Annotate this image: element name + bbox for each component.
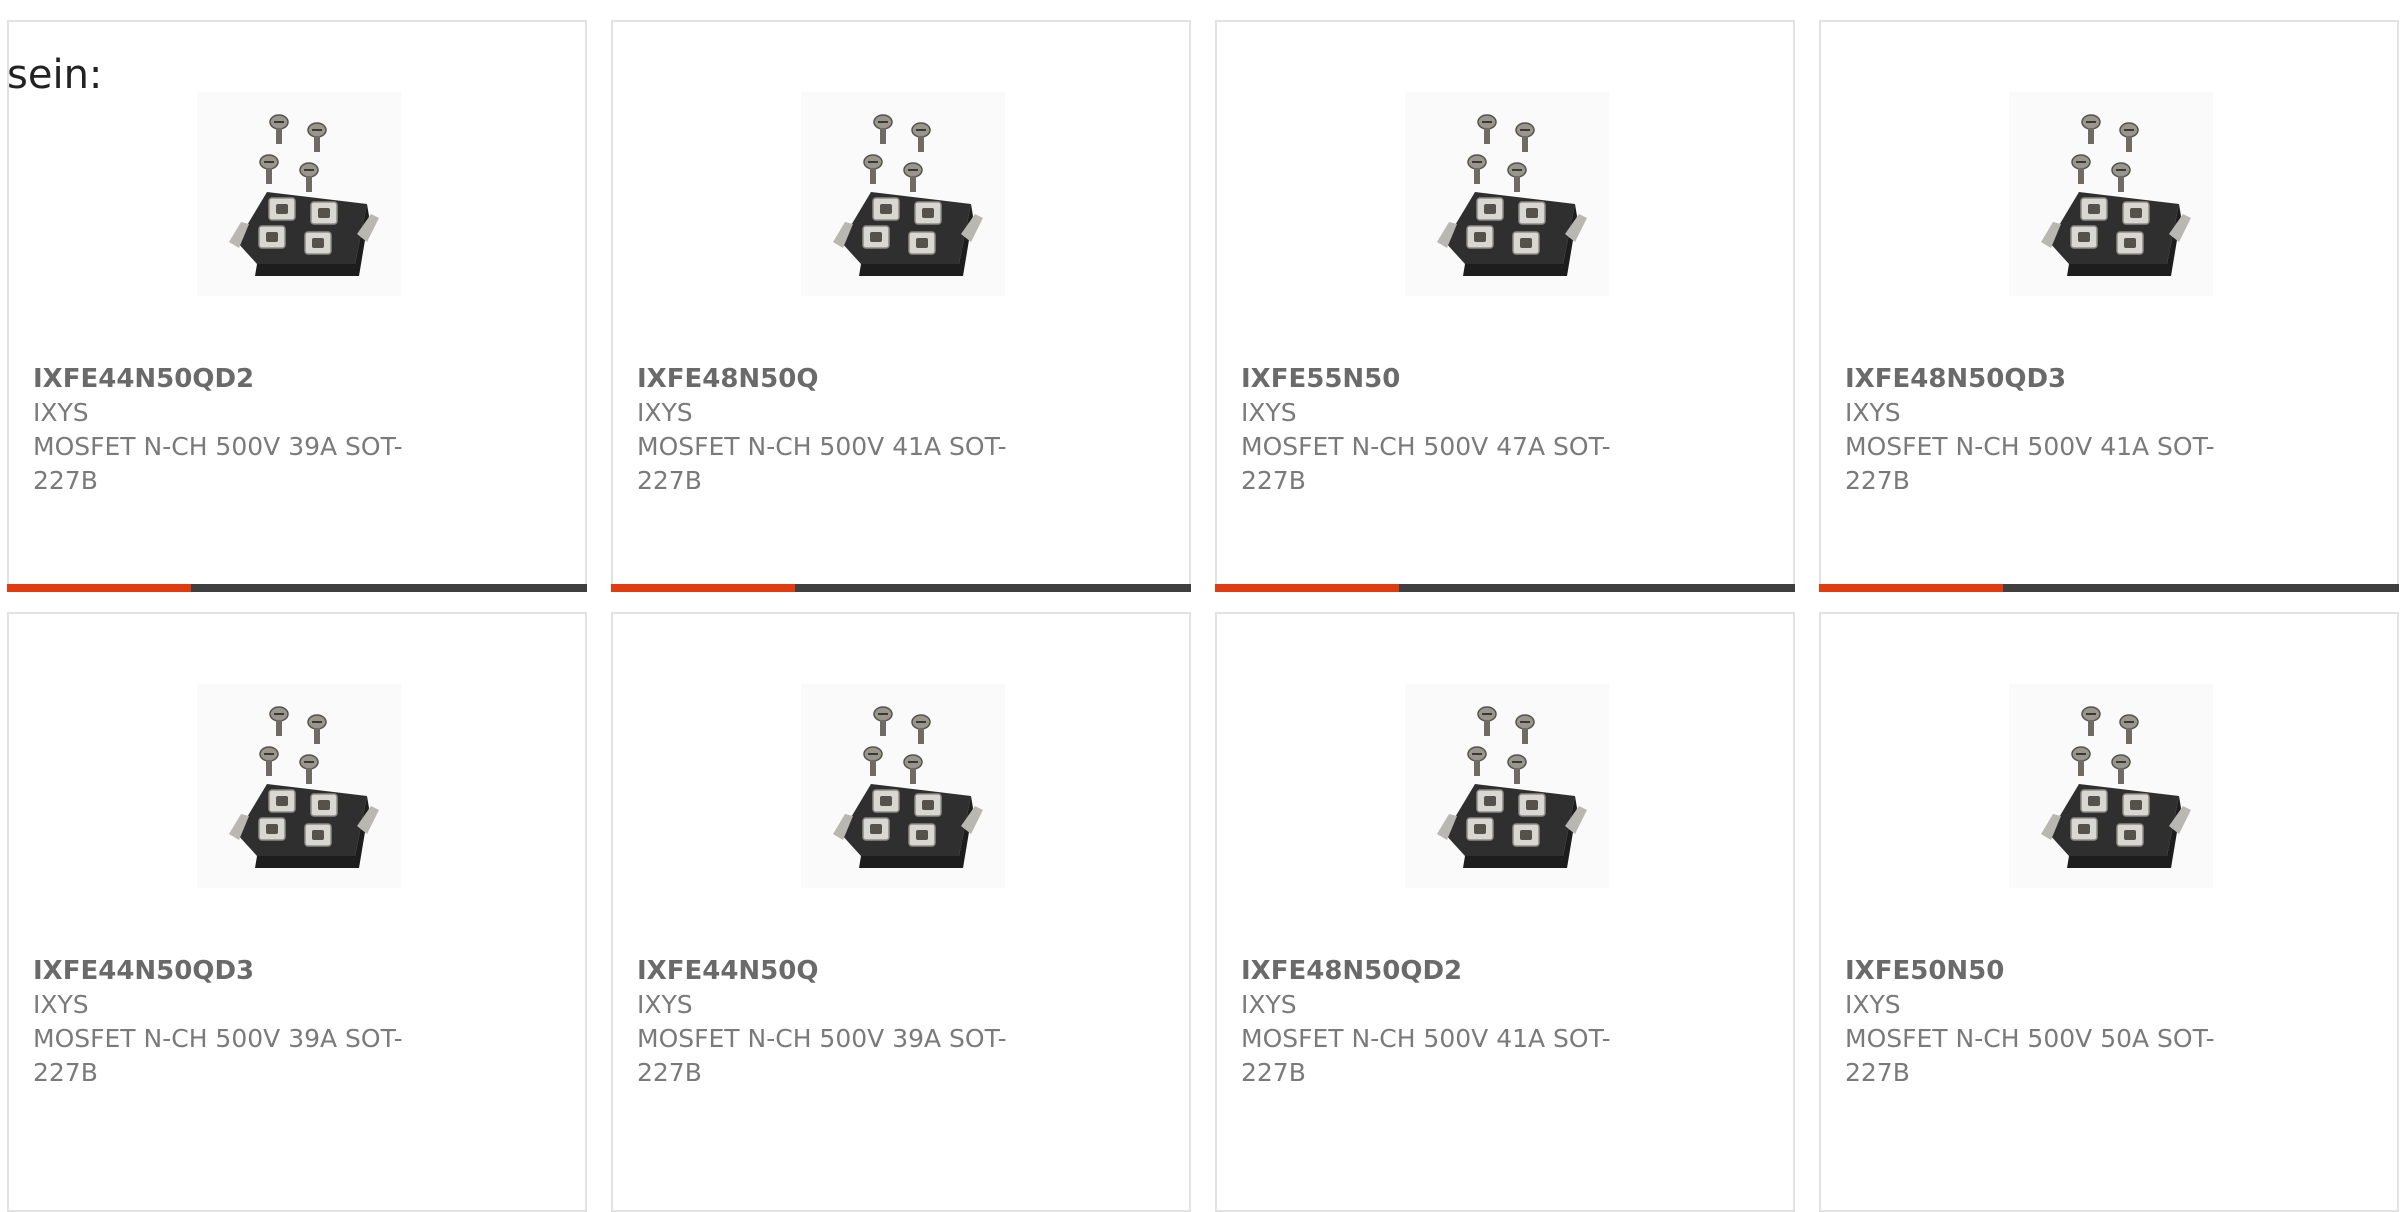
sot227b-module-icon [229, 706, 379, 868]
sot227b-module-icon [229, 114, 379, 276]
product-info: IXFE50N50 IXYS MOSFET N-CH 500V 50A SOT-… [1845, 954, 2245, 1090]
description: MOSFET N-CH 500V 47A SOT-227B [1241, 432, 1611, 495]
accent-bar [1215, 584, 1399, 592]
part-number-link[interactable]: IXFE44N50Q [637, 954, 1037, 988]
product-image[interactable] [801, 92, 1005, 296]
product-info: IXFE48N50QD2 IXYS MOSFET N-CH 500V 41A S… [1241, 954, 1641, 1090]
part-number-link[interactable]: IXFE50N50 [1845, 954, 2245, 988]
product-info: IXFE48N50QD3 IXYS MOSFET N-CH 500V 41A S… [1845, 362, 2245, 498]
sot227b-module-icon [1437, 114, 1587, 276]
product-image[interactable] [2009, 92, 2213, 296]
product-card[interactable]: IXFE55N50 IXYS MOSFET N-CH 500V 47A SOT-… [1215, 20, 1795, 592]
description: MOSFET N-CH 500V 41A SOT-227B [1845, 432, 2215, 495]
sot227b-module-icon [2041, 114, 2191, 276]
manufacturer: IXYS [1845, 990, 1901, 1019]
lead-text: sein: [7, 52, 103, 98]
product-image[interactable] [1405, 684, 1609, 888]
product-card[interactable]: IXFE48N50QD3 IXYS MOSFET N-CH 500V 41A S… [1819, 20, 2399, 592]
description: MOSFET N-CH 500V 39A SOT-227B [33, 1024, 403, 1087]
manufacturer: IXYS [1845, 398, 1901, 427]
description: MOSFET N-CH 500V 39A SOT-227B [33, 432, 403, 495]
manufacturer: IXYS [637, 990, 693, 1019]
product-info: IXFE48N50Q IXYS MOSFET N-CH 500V 41A SOT… [637, 362, 1037, 498]
description: MOSFET N-CH 500V 50A SOT-227B [1845, 1024, 2215, 1087]
card-footer-bar [611, 584, 1191, 592]
part-number-link[interactable]: IXFE48N50QD3 [1845, 362, 2245, 396]
description: MOSFET N-CH 500V 39A SOT-227B [637, 1024, 1007, 1087]
part-number-link[interactable]: IXFE44N50QD2 [33, 362, 433, 396]
product-card[interactable]: IXFE48N50Q IXYS MOSFET N-CH 500V 41A SOT… [611, 20, 1191, 592]
product-info: IXFE55N50 IXYS MOSFET N-CH 500V 47A SOT-… [1241, 362, 1641, 498]
product-info: IXFE44N50QD2 IXYS MOSFET N-CH 500V 39A S… [33, 362, 433, 498]
product-card[interactable]: IXFE50N50 IXYS MOSFET N-CH 500V 50A SOT-… [1819, 612, 2399, 1212]
accent-bar [611, 584, 795, 592]
product-card[interactable]: IXFE44N50Q IXYS MOSFET N-CH 500V 39A SOT… [611, 612, 1191, 1212]
product-image[interactable] [2009, 684, 2213, 888]
description: MOSFET N-CH 500V 41A SOT-227B [637, 432, 1007, 495]
card-footer-bar [1215, 584, 1795, 592]
product-image[interactable] [1405, 92, 1609, 296]
product-grid: IXFE44N50QD2 IXYS MOSFET N-CH 500V 39A S… [7, 20, 2400, 1212]
product-card[interactable]: IXFE48N50QD2 IXYS MOSFET N-CH 500V 41A S… [1215, 612, 1795, 1212]
part-number-link[interactable]: IXFE55N50 [1241, 362, 1641, 396]
sot227b-module-icon [833, 706, 983, 868]
part-number-link[interactable]: IXFE48N50QD2 [1241, 954, 1641, 988]
product-image[interactable] [801, 684, 1005, 888]
product-info: IXFE44N50Q IXYS MOSFET N-CH 500V 39A SOT… [637, 954, 1037, 1090]
manufacturer: IXYS [1241, 990, 1297, 1019]
manufacturer: IXYS [637, 398, 693, 427]
sot227b-module-icon [1437, 706, 1587, 868]
product-image[interactable] [197, 684, 401, 888]
card-footer-bar [7, 584, 587, 592]
card-footer-bar [1819, 584, 2399, 592]
product-card[interactable]: IXFE44N50QD3 IXYS MOSFET N-CH 500V 39A S… [7, 612, 587, 1212]
accent-bar [1819, 584, 2003, 592]
accent-bar [7, 584, 191, 592]
part-number-link[interactable]: IXFE48N50Q [637, 362, 1037, 396]
manufacturer: IXYS [1241, 398, 1297, 427]
product-card[interactable]: IXFE44N50QD2 IXYS MOSFET N-CH 500V 39A S… [7, 20, 587, 592]
part-number-link[interactable]: IXFE44N50QD3 [33, 954, 433, 988]
manufacturer: IXYS [33, 990, 89, 1019]
sot227b-module-icon [833, 114, 983, 276]
product-image[interactable] [197, 92, 401, 296]
manufacturer: IXYS [33, 398, 89, 427]
sot227b-module-icon [2041, 706, 2191, 868]
product-info: IXFE44N50QD3 IXYS MOSFET N-CH 500V 39A S… [33, 954, 433, 1090]
description: MOSFET N-CH 500V 41A SOT-227B [1241, 1024, 1611, 1087]
